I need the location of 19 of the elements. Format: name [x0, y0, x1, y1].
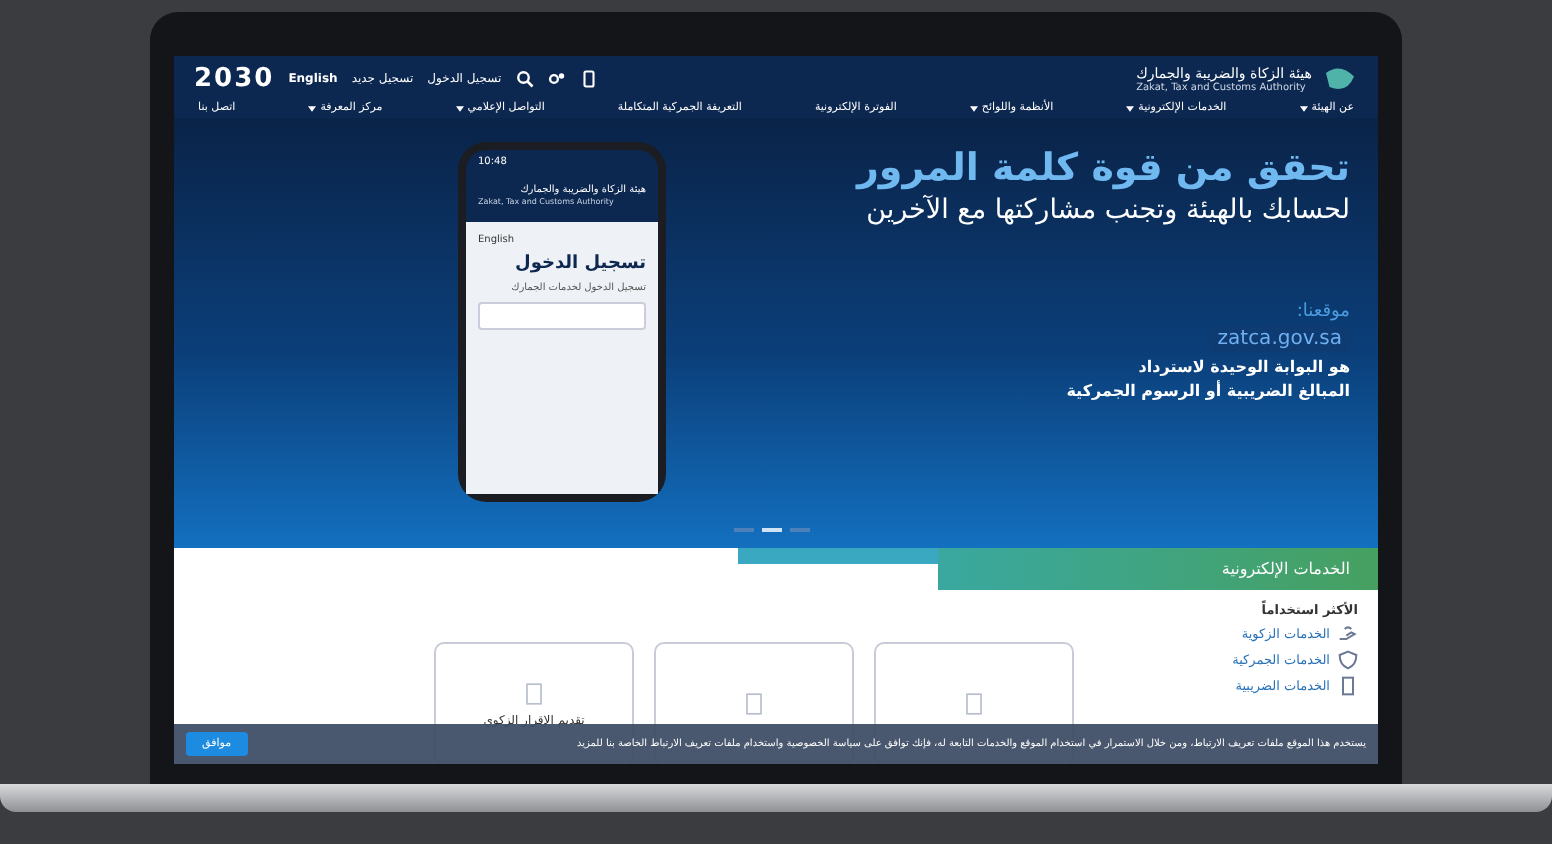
shield-icon	[1338, 650, 1358, 670]
site-address: zatca.gov.sa	[1209, 326, 1350, 352]
document-icon	[1338, 676, 1358, 696]
mobile-icon[interactable]	[579, 70, 598, 88]
phone-input-field[interactable]	[478, 302, 646, 330]
search-icon[interactable]	[515, 70, 534, 88]
hero-subtitle: لحسابك بالهيئة وتجنب مشاركتها مع الآخرين	[866, 194, 1350, 226]
document-icon	[960, 692, 988, 716]
document-icon	[740, 692, 768, 716]
phone-login-title: تسجيل الدخول	[513, 254, 646, 274]
hero-title: تحقق من قوة كلمة المرور	[856, 146, 1350, 190]
vision-logo: 2030	[194, 64, 275, 94]
leaf-logo-icon	[1322, 65, 1358, 93]
gears-icon[interactable]	[547, 70, 566, 88]
hero-description: هو البوابة الوحيدة لاسترداد	[1138, 358, 1350, 376]
document-icon	[520, 681, 548, 705]
hero-description: المبالغ الضريبية أو الرسوم الجمركية	[1066, 382, 1350, 400]
site-label: موقعنا:	[1296, 302, 1350, 322]
hand-icon	[1338, 624, 1358, 644]
